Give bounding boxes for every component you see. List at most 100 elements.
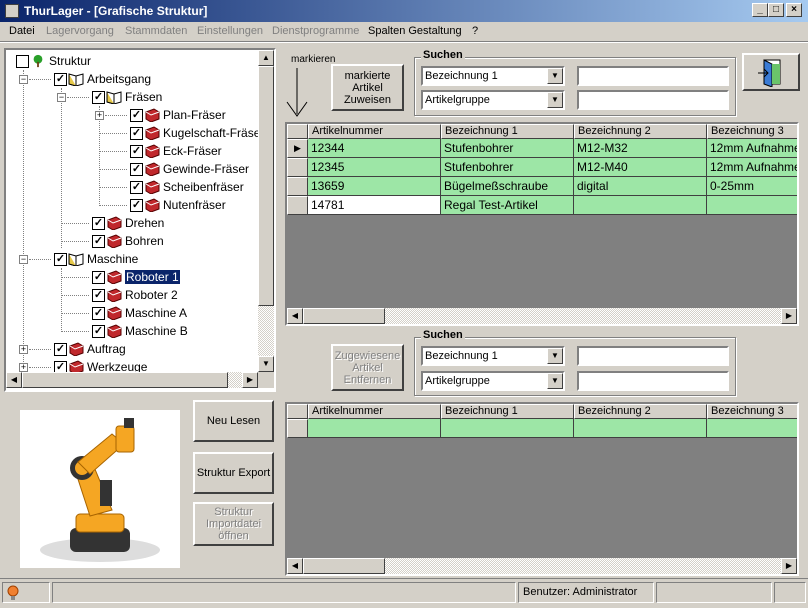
chevron-down-icon[interactable]: ▼ bbox=[547, 92, 563, 108]
row-indicator[interactable] bbox=[287, 158, 308, 177]
menu-spalten-gestaltung[interactable]: Spalten Gestaltung bbox=[368, 25, 462, 37]
grid-hscroll-thumb[interactable] bbox=[303, 558, 385, 574]
search-value2-input-bottom[interactable] bbox=[577, 371, 729, 391]
expand-icon[interactable]: + bbox=[19, 345, 28, 354]
row-indicator[interactable] bbox=[287, 196, 308, 215]
checkbox[interactable]: ✓ bbox=[54, 252, 67, 266]
table-cell[interactable]: Stufenbohrer bbox=[441, 139, 574, 158]
structure-tree[interactable]: Struktur − ✓ Arbeitsgang − ✓ Fräsen + ✓ … bbox=[4, 48, 276, 392]
checkbox[interactable]: ✓ bbox=[92, 270, 105, 284]
scroll-right-icon[interactable]: ▶ bbox=[242, 372, 258, 388]
checkbox[interactable]: ✓ bbox=[130, 198, 143, 212]
chevron-down-icon[interactable]: ▼ bbox=[547, 348, 563, 364]
table-cell[interactable]: Regal Test-Artikel bbox=[441, 196, 574, 215]
remove-articles-button[interactable]: Zugewiesene Artikel Entfernen bbox=[331, 344, 404, 391]
row-pointer-icon[interactable]: ▶ bbox=[287, 139, 308, 158]
chevron-down-icon[interactable]: ▼ bbox=[547, 68, 563, 84]
chevron-down-icon[interactable]: ▼ bbox=[547, 373, 563, 389]
table-cell[interactable]: Stufenbohrer bbox=[441, 158, 574, 177]
export-structure-button[interactable]: Struktur Export bbox=[193, 452, 274, 494]
checkbox[interactable]: ✓ bbox=[92, 90, 105, 104]
column-header[interactable]: Bezeichnung 1 bbox=[441, 404, 574, 419]
table-cell[interactable]: 12mm Aufnahme bbox=[707, 158, 797, 177]
import-structure-button[interactable]: Struktur Importdatei öffnen bbox=[193, 502, 274, 546]
minimize-button[interactable]: _ bbox=[752, 3, 768, 17]
table-cell[interactable]: M12-M32 bbox=[574, 139, 707, 158]
search-field2-select[interactable]: Artikelgruppe ▼ bbox=[421, 90, 565, 110]
column-header[interactable]: Bezeichnung 3 bbox=[707, 404, 797, 419]
tree-node-root[interactable]: Struktur bbox=[16, 52, 91, 70]
table-cell[interactable]: 14781 bbox=[308, 196, 441, 215]
table-cell[interactable]: 12345 bbox=[308, 158, 441, 177]
menu-datei[interactable]: Datei bbox=[9, 25, 35, 37]
reload-button[interactable]: Neu Lesen bbox=[193, 400, 274, 442]
table-cell[interactable] bbox=[574, 196, 707, 215]
search-field1-select[interactable]: Bezeichnung 1 ▼ bbox=[421, 66, 565, 86]
tree-node-arbeitsgang[interactable]: ✓ Arbeitsgang bbox=[54, 70, 151, 88]
checkbox[interactable]: ✓ bbox=[92, 288, 105, 302]
column-header[interactable]: Artikelnummer bbox=[308, 404, 441, 419]
checkbox[interactable]: ✓ bbox=[92, 324, 105, 338]
tree-node-roboter-1[interactable]: ✓ Roboter 1 bbox=[92, 268, 181, 286]
table-cell[interactable] bbox=[707, 196, 797, 215]
search-value2-input[interactable] bbox=[577, 90, 729, 110]
table-cell[interactable] bbox=[441, 419, 574, 438]
expand-icon[interactable]: + bbox=[19, 363, 28, 372]
checkbox[interactable]: ✓ bbox=[130, 144, 143, 158]
tree-node-kugelschaft-fraeser[interactable]: ✓ Kugelschaft-Fräser bbox=[130, 124, 264, 142]
menu-einstellungen[interactable]: Einstellungen bbox=[197, 25, 263, 37]
scroll-right-icon[interactable]: ▶ bbox=[781, 308, 797, 324]
scroll-left-icon[interactable]: ◀ bbox=[6, 372, 22, 388]
table-cell[interactable] bbox=[574, 419, 707, 438]
tree-node-auftrag[interactable]: ✓ Auftrag bbox=[54, 340, 126, 358]
maximize-button[interactable]: □ bbox=[768, 3, 784, 17]
row-indicator[interactable] bbox=[287, 419, 308, 438]
collapse-icon[interactable]: − bbox=[19, 75, 28, 84]
column-header[interactable]: Bezeichnung 1 bbox=[441, 124, 574, 139]
checkbox[interactable]: ✓ bbox=[130, 108, 143, 122]
grid-hscroll-thumb[interactable] bbox=[303, 308, 385, 324]
column-header[interactable]: Bezeichnung 2 bbox=[574, 124, 707, 139]
tree-node-gewinde-fraeser[interactable]: ✓ Gewinde-Fräser bbox=[130, 160, 249, 178]
table-cell[interactable]: Bügelmeßschraube bbox=[441, 177, 574, 196]
checkbox[interactable] bbox=[16, 54, 29, 68]
column-header[interactable]: Bezeichnung 3 bbox=[707, 124, 797, 139]
checkbox[interactable]: ✓ bbox=[92, 234, 105, 248]
tree-node-eck-fraeser[interactable]: ✓ Eck-Fräser bbox=[130, 142, 222, 160]
checkbox[interactable]: ✓ bbox=[54, 72, 67, 86]
tree-vscroll-thumb[interactable] bbox=[258, 66, 274, 306]
tree-node-nutenfraeser[interactable]: ✓ Nutenfräser bbox=[130, 196, 226, 214]
tree-node-scheibenfraeser[interactable]: ✓ Scheibenfräser bbox=[130, 178, 244, 196]
column-header[interactable]: Bezeichnung 2 bbox=[574, 404, 707, 419]
checkbox[interactable]: ✓ bbox=[54, 342, 67, 356]
scroll-down-icon[interactable]: ▼ bbox=[258, 356, 274, 372]
menu-stammdaten[interactable]: Stammdaten bbox=[125, 25, 187, 37]
table-cell[interactable]: 12344 bbox=[308, 139, 441, 158]
tree-node-maschine-b[interactable]: ✓ Maschine B bbox=[92, 322, 188, 340]
collapse-icon[interactable]: − bbox=[57, 93, 66, 102]
assigned-articles-grid[interactable]: Artikelnummer Bezeichnung 1 Bezeichnung … bbox=[285, 402, 799, 576]
table-cell[interactable]: M12-M40 bbox=[574, 158, 707, 177]
expand-icon[interactable]: + bbox=[95, 111, 104, 120]
articles-grid[interactable]: Artikelnummer Bezeichnung 1 Bezeichnung … bbox=[285, 122, 799, 326]
table-cell[interactable] bbox=[308, 419, 441, 438]
menu-lagervorgang[interactable]: Lagervorgang bbox=[46, 25, 114, 37]
row-indicator[interactable] bbox=[287, 177, 308, 196]
table-cell[interactable]: 13659 bbox=[308, 177, 441, 196]
search-value1-input[interactable] bbox=[577, 66, 729, 86]
checkbox[interactable]: ✓ bbox=[92, 306, 105, 320]
collapse-icon[interactable]: − bbox=[19, 255, 28, 264]
table-cell[interactable]: 0-25mm bbox=[707, 177, 797, 196]
menu-help[interactable]: ? bbox=[472, 25, 478, 37]
search-field2-select-bottom[interactable]: Artikelgruppe ▼ bbox=[421, 371, 565, 391]
exit-button[interactable] bbox=[742, 53, 800, 91]
tree-node-maschine[interactable]: ✓ Maschine bbox=[54, 250, 138, 268]
table-cell[interactable] bbox=[707, 419, 797, 438]
tree-node-maschine-a[interactable]: ✓ Maschine A bbox=[92, 304, 187, 322]
search-value1-input-bottom[interactable] bbox=[577, 346, 729, 366]
checkbox[interactable]: ✓ bbox=[130, 126, 143, 140]
checkbox[interactable]: ✓ bbox=[92, 216, 105, 230]
search-field1-select-bottom[interactable]: Bezeichnung 1 ▼ bbox=[421, 346, 565, 366]
close-button[interactable]: × bbox=[786, 3, 802, 17]
tree-hscroll-thumb[interactable] bbox=[22, 372, 228, 388]
